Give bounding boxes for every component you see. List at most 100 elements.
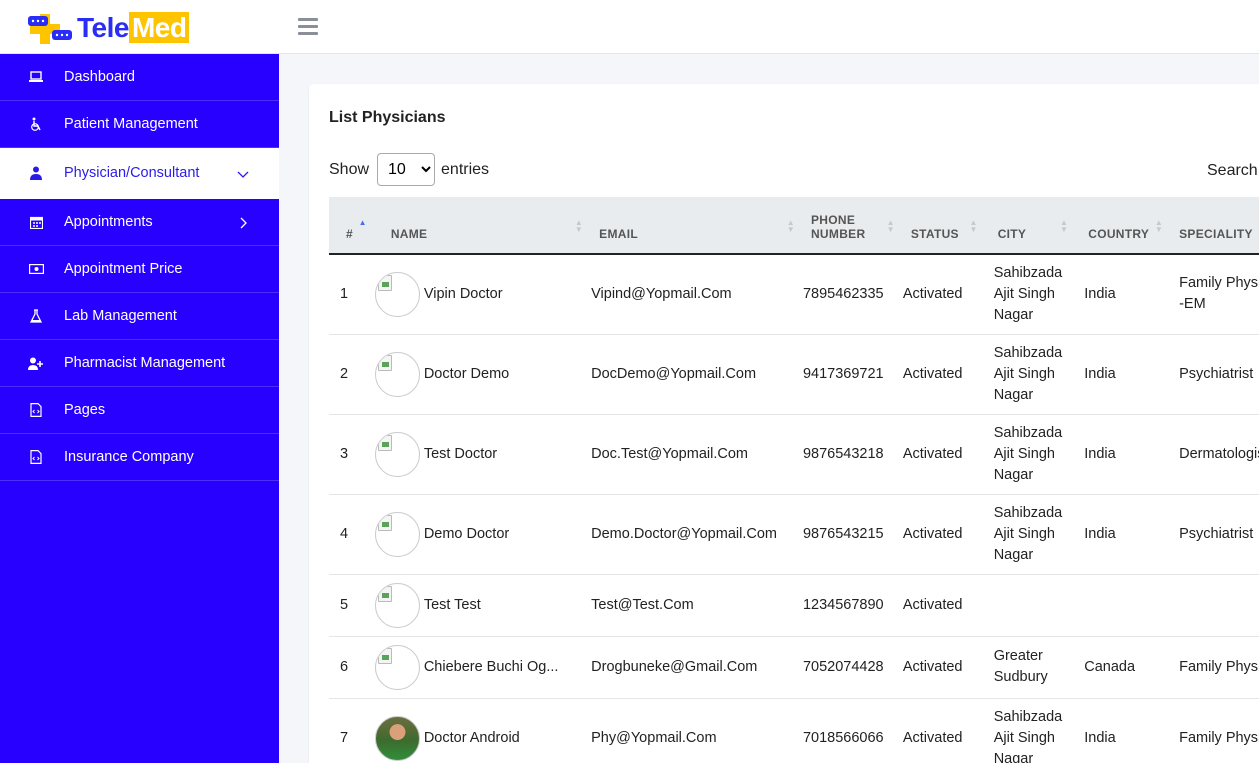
phone-cell: 9417369721 (802, 334, 903, 415)
name-cell: Doctor Android (374, 698, 592, 763)
table-row[interactable]: 4 Demo Doctor Demo.Doctor@Yopmail.Com 98… (329, 494, 1259, 575)
name-cell: Doctor Demo (374, 334, 592, 415)
status-cell: Activated (902, 254, 986, 335)
top-header: Tele Med (0, 0, 1259, 54)
calendar-icon (28, 214, 44, 230)
sort-asc-icon: ▲ (358, 218, 367, 227)
logo-icon (26, 8, 74, 48)
header-label: STATUS (910, 227, 959, 241)
sort-icon: ▲ ▼ (574, 218, 584, 234)
file-code-icon (28, 449, 44, 465)
column-header-speciality[interactable]: SPECIALITY (1171, 197, 1259, 255)
page-length-select[interactable]: 10 25 50 100 (377, 153, 436, 186)
sidebar-item-dashboard[interactable]: Dashboard (0, 54, 279, 101)
sidebar-item-insurance-company[interactable]: Insurance Company (0, 434, 279, 481)
email-cell: Test@Test.Com (591, 574, 803, 637)
sidebar-item-appointments[interactable]: Appointments (0, 199, 279, 246)
country-cell: India (1076, 414, 1172, 495)
table-header-row: # ▲ NAME ▲ ▼ EMAIL ▲ ▼ PHONE NUMBER ▲ ▼ STATUS ▲ ▼… (329, 197, 1259, 255)
email-cell: Drogbuneke@Gmail.Com (591, 636, 803, 699)
table-row[interactable]: 2 Doctor Demo DocDemo@Yopmail.Com 941736… (329, 334, 1259, 415)
sidebar-item-label: Appointment Price (64, 261, 183, 277)
status-cell: Activated (902, 636, 986, 699)
country-cell: India (1076, 254, 1172, 335)
city-cell: Sahibzada Ajit Singh Nagar (985, 494, 1077, 575)
broken-image-icon (377, 647, 392, 664)
physicians-table: # ▲ NAME ▲ ▼ EMAIL ▲ ▼ PHONE NUMBER ▲ ▼ STATUS ▲ ▼… (329, 197, 1259, 763)
column-header-number[interactable]: # ▲ (329, 197, 383, 255)
table-row[interactable]: 5 Test Test Test@Test.Com 1234567890 Act… (329, 574, 1259, 637)
column-header-city[interactable]: CITY ▲ ▼ (985, 197, 1077, 255)
sidebar: Dashboard Patient Management Physician/C… (0, 54, 279, 763)
avatar (374, 351, 420, 397)
table-row[interactable]: 3 Test Doctor Doc.Test@Yopmail.Com 98765… (329, 414, 1259, 495)
sidebar-item-pages[interactable]: Pages (0, 387, 279, 434)
country-cell (1076, 574, 1172, 637)
sidebar-item-physician-consultant[interactable]: Physician/Consultant (0, 148, 279, 199)
avatar (374, 271, 420, 317)
email-cell: Demo.Doctor@Yopmail.Com (591, 494, 803, 575)
sidebar-item-pharmacist-management[interactable]: Pharmacist Management (0, 340, 279, 387)
broken-image-icon (377, 585, 392, 602)
sidebar-item-appointment-price[interactable]: Appointment Price (0, 246, 279, 293)
money-icon (28, 261, 44, 277)
speciality-cell: Dermatologis (1171, 414, 1259, 495)
sidebar-item-patient-management[interactable]: Patient Management (0, 101, 279, 148)
search-label: Search (1207, 162, 1258, 179)
name-cell: Test Test (374, 574, 592, 637)
speciality-cell: Family Physician (1171, 636, 1259, 699)
table-row[interactable]: 6 Chiebere Buchi Og... Drogbuneke@Gmail.… (329, 636, 1259, 699)
status-cell: Activated (902, 574, 986, 637)
status-cell: Activated (902, 494, 986, 575)
sort-icon: ▲ ▼ (786, 218, 795, 234)
page-title: List Physicians (329, 109, 446, 126)
sidebar-item-lab-management[interactable]: Lab Management (0, 293, 279, 340)
physician-name: Doctor Demo (423, 366, 510, 382)
brand-name-part1: Tele (77, 12, 129, 43)
speciality-cell: Family Physician -EM (1171, 254, 1259, 335)
physician-name: Demo Doctor (423, 526, 510, 542)
header-label: SPECIALITY (1179, 227, 1253, 241)
avatar (374, 582, 420, 628)
physician-name: Chiebere Buchi Og... (423, 659, 559, 675)
broken-image-icon (377, 354, 392, 371)
brand-name-part2: Med (128, 12, 190, 43)
table-row[interactable]: 1 Vipin Doctor Vipind@Yopmail.Com 789546… (329, 254, 1259, 335)
speciality-cell: Family Physician (1171, 698, 1259, 763)
page-length-control: Show 10 25 50 100 entries (329, 153, 489, 186)
file-code-icon (28, 402, 44, 418)
phone-cell: 7052074428 (802, 636, 903, 699)
column-header-status[interactable]: STATUS ▲ ▼ (902, 197, 986, 255)
sidebar-item-label: Appointments (64, 214, 153, 230)
menu-toggle-icon[interactable] (298, 18, 318, 36)
sidebar-item-label: Physician/Consultant (64, 165, 200, 181)
user-plus-icon (28, 355, 44, 371)
country-cell: India (1076, 698, 1172, 763)
chevron-right-icon (237, 216, 249, 229)
column-header-country[interactable]: COUNTRY ▲ ▼ (1076, 197, 1172, 255)
avatar (374, 431, 420, 477)
column-header-phone-number[interactable]: PHONE NUMBER ▲ ▼ (802, 197, 903, 255)
sidebar-item-label: Dashboard (64, 69, 135, 85)
laptop-icon (28, 69, 44, 85)
speciality-cell: Psychiatrist (1171, 334, 1259, 415)
column-header-name[interactable]: NAME ▲ ▼ (382, 197, 592, 255)
sidebar-item-label: Lab Management (64, 308, 177, 324)
city-cell: Sahibzada Ajit Singh Nagar (985, 698, 1077, 763)
user-doctor-icon (28, 165, 44, 181)
sidebar-item-label: Patient Management (64, 116, 198, 132)
header-label: NUMBER (810, 227, 866, 241)
entries-label: entries (441, 160, 490, 178)
broken-image-icon (377, 514, 392, 531)
column-header-email[interactable]: EMAIL ▲ ▼ (591, 197, 803, 255)
phone-cell: 1234567890 (802, 574, 903, 637)
city-cell: Sahibzada Ajit Singh Nagar (985, 414, 1077, 495)
status-cell: Activated (902, 334, 986, 415)
speciality-cell (1171, 574, 1259, 637)
broken-image-icon (377, 274, 392, 291)
brand-logo[interactable]: Tele Med (26, 8, 190, 48)
wheelchair-icon (28, 116, 44, 132)
table-row[interactable]: 7 Doctor Android Phy@Yopmail.Com 7018566… (329, 698, 1259, 763)
sidebar-item-label: Insurance Company (64, 449, 194, 465)
name-cell: Test Doctor (374, 414, 592, 495)
